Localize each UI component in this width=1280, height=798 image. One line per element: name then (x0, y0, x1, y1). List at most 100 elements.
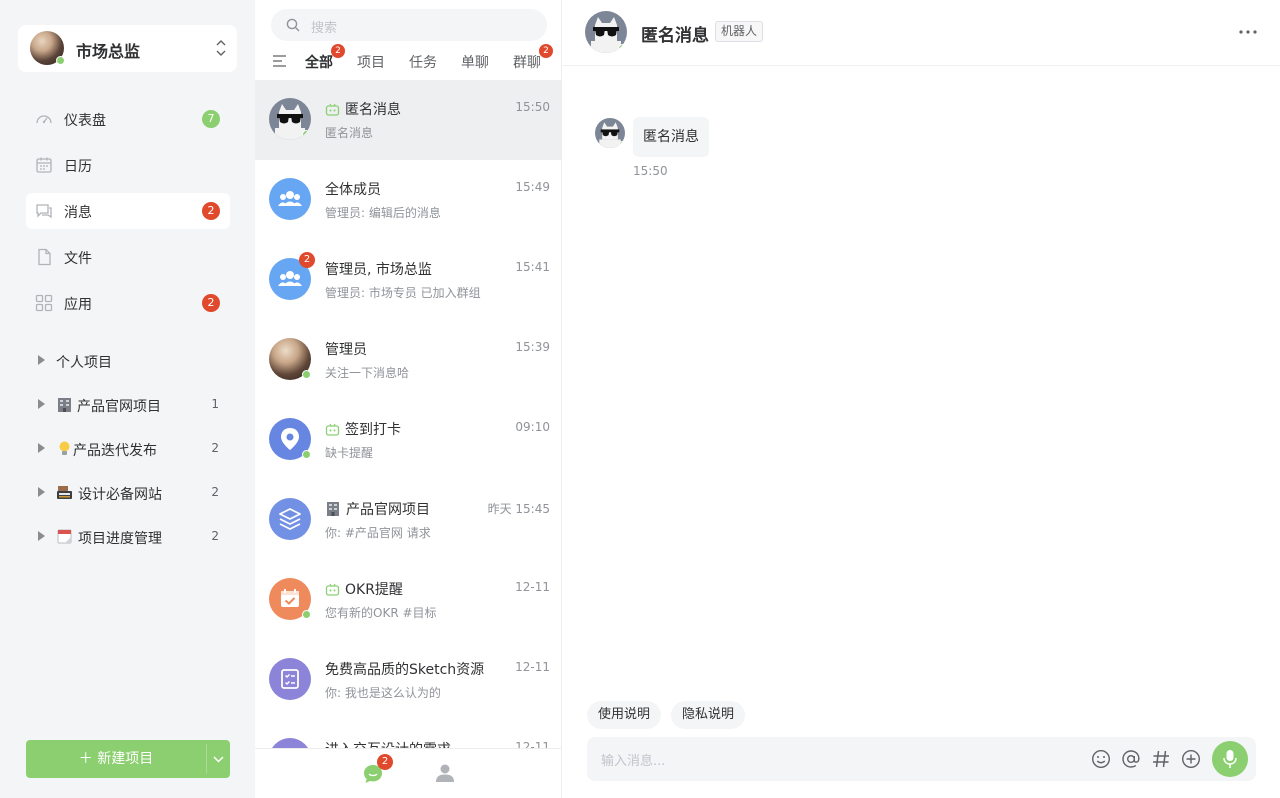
message-avatar[interactable] (595, 118, 625, 148)
user-photo-avatar (269, 338, 311, 380)
dialog-item[interactable]: OKR提醒 12-11 您有新的OKR #目标 (255, 560, 561, 640)
more-options-icon[interactable] (1238, 22, 1258, 42)
project-count: 2 (211, 441, 219, 455)
plus-icon: ＋ (78, 751, 98, 767)
dialog-time: 12-11 (515, 580, 550, 594)
user-avatar (30, 31, 65, 65)
office-building-icon (58, 398, 71, 412)
calendar-icon (36, 157, 52, 173)
dialog-title: 免费高品质的Sketch资源 (325, 662, 485, 678)
dialog-title: 签到打卡 (325, 419, 401, 439)
hashtag-icon[interactable] (1151, 749, 1171, 769)
user-name: 市场总监 (76, 42, 141, 61)
dialog-preview: 管理员: 编辑后的消息 (325, 206, 441, 220)
search-icon (286, 18, 300, 32)
project-count: 2 (211, 485, 219, 499)
group-people-icon (278, 191, 302, 206)
message-input[interactable]: 输入消息... (587, 737, 1256, 781)
apps-badge: 2 (202, 294, 220, 312)
online-indicator (302, 610, 311, 619)
tab-groups[interactable]: 群聊 2 (513, 44, 553, 72)
nav-item-calendar[interactable]: 日历 (26, 147, 230, 183)
dialog-item[interactable]: 2 管理员, 市场总监 15:41 管理员: 市场专员 已加入群组 (255, 240, 561, 320)
dialog-title: 产品官网项目 (325, 499, 430, 519)
contacts-icon[interactable] (435, 763, 455, 783)
okr-avatar (269, 578, 311, 620)
project-avatar (269, 498, 311, 540)
nav-item-messages[interactable]: 消息 2 (26, 193, 230, 229)
group-avatar (269, 178, 311, 220)
tab-all[interactable]: 全部 2 (305, 44, 345, 72)
online-indicator (302, 130, 311, 139)
dialog-preview: 你: 我也是这么认为的 (325, 686, 441, 700)
dialog-item[interactable]: 全体成员 15:49 管理员: 编辑后的消息 (255, 160, 561, 240)
tab-tasks[interactable]: 任务 (409, 52, 437, 72)
user-switcher[interactable]: 市场总监 (18, 25, 237, 72)
tab-direct[interactable]: 单聊 (461, 52, 489, 72)
sidebar: 市场总监 仪表盘 7 日历 消息 2 文件 应用 2 个人项目 产品官网项目 1… (0, 0, 255, 798)
dashboard-icon (36, 115, 52, 124)
dialog-time: 12-11 (515, 660, 550, 674)
nav-item-apps[interactable]: 应用 2 (26, 285, 230, 321)
tab-projects[interactable]: 项目 (357, 52, 385, 72)
dialog-item[interactable]: 免费高品质的Sketch资源 12-11 你: 我也是这么认为的 (255, 640, 561, 720)
project-item-progress[interactable]: 项目进度管理 2 (36, 522, 230, 552)
nav-label-messages: 消息 (64, 205, 92, 221)
expand-triangle-icon (38, 487, 45, 497)
checkin-avatar (269, 418, 311, 460)
robot-avatar (269, 98, 311, 140)
add-circle-icon[interactable] (1181, 749, 1201, 769)
mention-icon[interactable] (1121, 749, 1141, 769)
project-label: 产品官网项目 (77, 399, 161, 415)
message-icon (36, 204, 52, 219)
voice-record-button[interactable] (1212, 741, 1248, 777)
dialog-item[interactable]: 匿名消息 15:50 匿名消息 (255, 80, 561, 160)
tab-label: 全部 (305, 55, 333, 71)
dialog-preview: 你: #产品官网 请求 (325, 526, 431, 540)
chat-panel: 匿名消息 机器人 匿名消息 15:50 使用说明 隐私说明 输入消息... (563, 0, 1280, 798)
project-item-design-sites[interactable]: 设计必备网站 2 (36, 478, 230, 508)
chat-badge: 2 (377, 754, 393, 770)
robot-icon (325, 583, 340, 596)
chat-title: 匿名消息 (641, 26, 709, 46)
message-time: 15:50 (633, 164, 668, 178)
dialog-time: 15:41 (515, 260, 550, 274)
quick-reply-usage[interactable]: 使用说明 (587, 701, 662, 729)
dialog-title: 全体成员 (325, 182, 381, 198)
dialog-time: 15:50 (515, 100, 550, 114)
project-item-iteration[interactable]: 产品迭代发布 2 (36, 434, 230, 464)
dialog-time: 昨天 15:45 (487, 502, 550, 516)
new-project-button[interactable]: ＋ 新建项目 (26, 740, 206, 778)
project-item-website[interactable]: 产品官网项目 1 (36, 390, 230, 420)
online-indicator (56, 56, 65, 65)
project-label: 个人项目 (56, 355, 112, 371)
dialog-item[interactable]: 签到打卡 09:10 缺卡提醒 (255, 400, 561, 480)
expand-triangle-icon (38, 355, 45, 365)
dialog-time: 15:39 (515, 340, 550, 354)
emoji-icon[interactable] (1091, 749, 1111, 769)
dialog-title: OKR提醒 (325, 579, 403, 599)
project-item-personal[interactable]: 个人项目 (36, 346, 230, 376)
dialog-title: 匿名消息 (325, 99, 401, 119)
project-label: 设计必备网站 (78, 487, 162, 503)
nav-label-dashboard: 仪表盘 (64, 113, 106, 129)
unread-badge: 2 (299, 252, 315, 268)
tab-badge: 2 (331, 44, 345, 58)
file-icon (38, 248, 51, 266)
quick-reply-privacy[interactable]: 隐私说明 (671, 701, 746, 729)
nav-item-files[interactable]: 文件 (26, 239, 230, 275)
new-project-dropdown-button[interactable] (207, 740, 230, 778)
menu-lines-icon[interactable] (272, 54, 287, 68)
online-indicator (302, 370, 311, 379)
search-input[interactable]: 搜索 (271, 9, 547, 41)
project-label: 项目进度管理 (78, 531, 162, 547)
dialog-title: 管理员, 市场总监 (325, 262, 432, 278)
calendar-page-icon (57, 529, 72, 544)
dialog-item[interactable]: 管理员 15:39 关注一下消息哈 (255, 320, 561, 400)
nav-item-dashboard[interactable]: 仪表盘 7 (26, 101, 230, 137)
search-placeholder: 搜索 (311, 21, 338, 36)
dialog-item[interactable]: 产品官网项目 昨天 15:45 你: #产品官网 请求 (255, 480, 561, 560)
message-bubble[interactable]: 匿名消息 (633, 117, 709, 157)
tab-label: 群聊 (513, 55, 541, 71)
chevron-down-icon (213, 756, 224, 763)
